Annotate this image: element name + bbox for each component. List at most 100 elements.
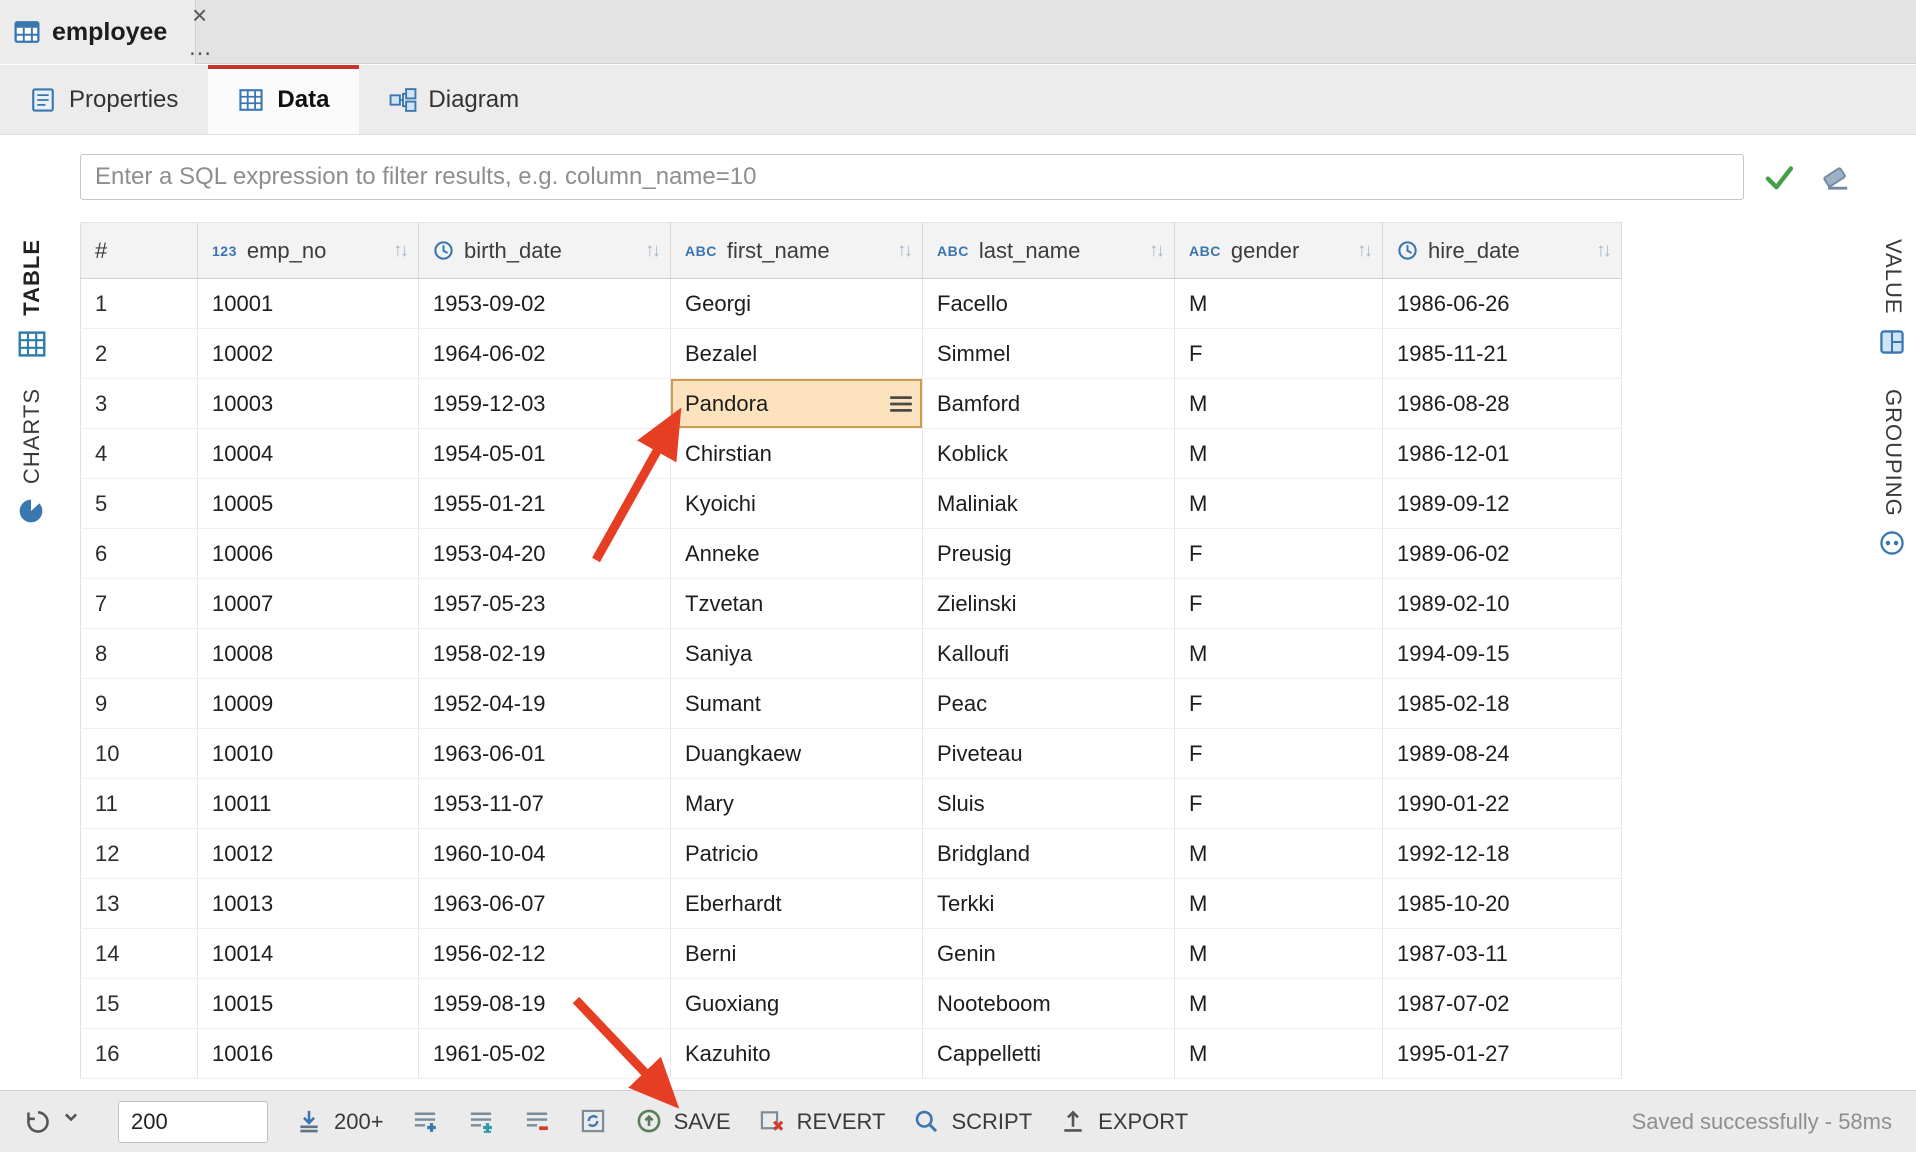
- table-cell[interactable]: 10011: [198, 779, 419, 829]
- row-number-cell[interactable]: 5: [81, 479, 198, 529]
- table-cell[interactable]: 10002: [198, 329, 419, 379]
- table-cell[interactable]: 1955-01-21: [419, 479, 671, 529]
- refresh-grid-button[interactable]: [580, 1108, 608, 1136]
- table-cell[interactable]: Nooteboom: [923, 979, 1175, 1029]
- table-cell[interactable]: Georgi: [671, 279, 923, 329]
- table-cell[interactable]: Tzvetan: [671, 579, 923, 629]
- table-cell[interactable]: 1989-08-24: [1383, 729, 1622, 779]
- table-cell[interactable]: 10016: [198, 1029, 419, 1079]
- column-header-gender[interactable]: ABCgender↑↓: [1175, 223, 1383, 279]
- sort-icon[interactable]: ↑↓: [1596, 240, 1613, 262]
- row-number-cell[interactable]: 1: [81, 279, 198, 329]
- table-cell[interactable]: M: [1175, 879, 1383, 929]
- table-cell[interactable]: F: [1175, 679, 1383, 729]
- save-button[interactable]: SAVE: [636, 1108, 731, 1136]
- sort-icon[interactable]: ↑↓: [393, 240, 410, 262]
- table-cell[interactable]: 1953-09-02: [419, 279, 671, 329]
- table-cell[interactable]: 1986-12-01: [1383, 429, 1622, 479]
- table-cell[interactable]: F: [1175, 729, 1383, 779]
- row-number-cell[interactable]: 12: [81, 829, 198, 879]
- refresh-dropdown-button[interactable]: [24, 1108, 90, 1136]
- table-cell[interactable]: 1989-02-10: [1383, 579, 1622, 629]
- sort-icon[interactable]: ↑↓: [1357, 240, 1374, 262]
- table-cell[interactable]: 10013: [198, 879, 419, 929]
- table-cell[interactable]: Maliniak: [923, 479, 1175, 529]
- table-cell[interactable]: F: [1175, 529, 1383, 579]
- table-cell[interactable]: Kalloufi: [923, 629, 1175, 679]
- table-cell[interactable]: M: [1175, 379, 1383, 429]
- table-cell[interactable]: 1963-06-01: [419, 729, 671, 779]
- table-cell[interactable]: 1995-01-27: [1383, 1029, 1622, 1079]
- filter-input[interactable]: [80, 154, 1744, 200]
- table-cell[interactable]: 10003: [198, 379, 419, 429]
- presentation-tab-table[interactable]: TABLE: [18, 239, 46, 358]
- column-header-rownum[interactable]: #: [81, 223, 198, 279]
- table-cell[interactable]: Cappelletti: [923, 1029, 1175, 1079]
- table-cell[interactable]: 1959-08-19: [419, 979, 671, 1029]
- table-cell[interactable]: 1990-01-22: [1383, 779, 1622, 829]
- table-cell[interactable]: Genin: [923, 929, 1175, 979]
- table-cell[interactable]: Eberhardt: [671, 879, 923, 929]
- table-cell[interactable]: 1963-06-07: [419, 879, 671, 929]
- table-cell[interactable]: Anneke: [671, 529, 923, 579]
- table-cell[interactable]: 1985-10-20: [1383, 879, 1622, 929]
- duplicate-row-button[interactable]: [468, 1108, 496, 1136]
- table-cell[interactable]: M: [1175, 829, 1383, 879]
- table-cell[interactable]: Kazuhito: [671, 1029, 923, 1079]
- table-cell[interactable]: M: [1175, 1029, 1383, 1079]
- tab-properties[interactable]: Properties: [0, 65, 208, 134]
- table-cell[interactable]: 1956-02-12: [419, 929, 671, 979]
- table-cell[interactable]: 10001: [198, 279, 419, 329]
- cell-menu-icon[interactable]: [890, 396, 912, 412]
- table-cell[interactable]: M: [1175, 629, 1383, 679]
- table-cell[interactable]: 1994-09-15: [1383, 629, 1622, 679]
- table-cell[interactable]: Pandora: [671, 379, 923, 429]
- table-cell[interactable]: 10005: [198, 479, 419, 529]
- row-number-cell[interactable]: 13: [81, 879, 198, 929]
- table-cell[interactable]: F: [1175, 779, 1383, 829]
- row-number-cell[interactable]: 9: [81, 679, 198, 729]
- column-header-birth_date[interactable]: birth_date↑↓: [419, 223, 671, 279]
- table-cell[interactable]: 1960-10-04: [419, 829, 671, 879]
- row-number-cell[interactable]: 4: [81, 429, 198, 479]
- sort-icon[interactable]: ↑↓: [1149, 240, 1166, 262]
- table-cell[interactable]: 1989-06-02: [1383, 529, 1622, 579]
- panel-tab-value[interactable]: VALUE: [1879, 239, 1907, 357]
- table-cell[interactable]: Preusig: [923, 529, 1175, 579]
- row-limit-input[interactable]: [118, 1101, 268, 1143]
- row-number-cell[interactable]: 7: [81, 579, 198, 629]
- table-cell[interactable]: Terkki: [923, 879, 1175, 929]
- column-header-hire_date[interactable]: hire_date↑↓: [1383, 223, 1622, 279]
- table-cell[interactable]: 10008: [198, 629, 419, 679]
- table-cell[interactable]: 1989-09-12: [1383, 479, 1622, 529]
- table-cell[interactable]: Bamford: [923, 379, 1175, 429]
- table-cell[interactable]: Chirstian: [671, 429, 923, 479]
- table-cell[interactable]: M: [1175, 279, 1383, 329]
- table-cell[interactable]: 1957-05-23: [419, 579, 671, 629]
- table-cell[interactable]: 1959-12-03: [419, 379, 671, 429]
- table-cell[interactable]: Patricio: [671, 829, 923, 879]
- row-number-cell[interactable]: 2: [81, 329, 198, 379]
- add-row-button[interactable]: [412, 1108, 440, 1136]
- table-cell[interactable]: 10010: [198, 729, 419, 779]
- table-cell[interactable]: 1953-04-20: [419, 529, 671, 579]
- table-cell[interactable]: M: [1175, 929, 1383, 979]
- table-cell[interactable]: 1952-04-19: [419, 679, 671, 729]
- tab-diagram[interactable]: Diagram: [359, 65, 549, 134]
- row-number-cell[interactable]: 16: [81, 1029, 198, 1079]
- table-cell[interactable]: Sluis: [923, 779, 1175, 829]
- table-cell[interactable]: 1985-02-18: [1383, 679, 1622, 729]
- table-cell[interactable]: 1964-06-02: [419, 329, 671, 379]
- table-cell[interactable]: M: [1175, 479, 1383, 529]
- row-number-cell[interactable]: 3: [81, 379, 198, 429]
- row-number-cell[interactable]: 14: [81, 929, 198, 979]
- table-cell[interactable]: Bezalel: [671, 329, 923, 379]
- delete-row-button[interactable]: [524, 1108, 552, 1136]
- table-cell[interactable]: 10007: [198, 579, 419, 629]
- table-cell[interactable]: Facello: [923, 279, 1175, 329]
- table-cell[interactable]: 10015: [198, 979, 419, 1029]
- table-cell[interactable]: 1958-02-19: [419, 629, 671, 679]
- row-number-cell[interactable]: 11: [81, 779, 198, 829]
- editor-tab-employee[interactable]: employee: [0, 0, 196, 64]
- tab-overflow-icon[interactable]: …: [188, 36, 214, 60]
